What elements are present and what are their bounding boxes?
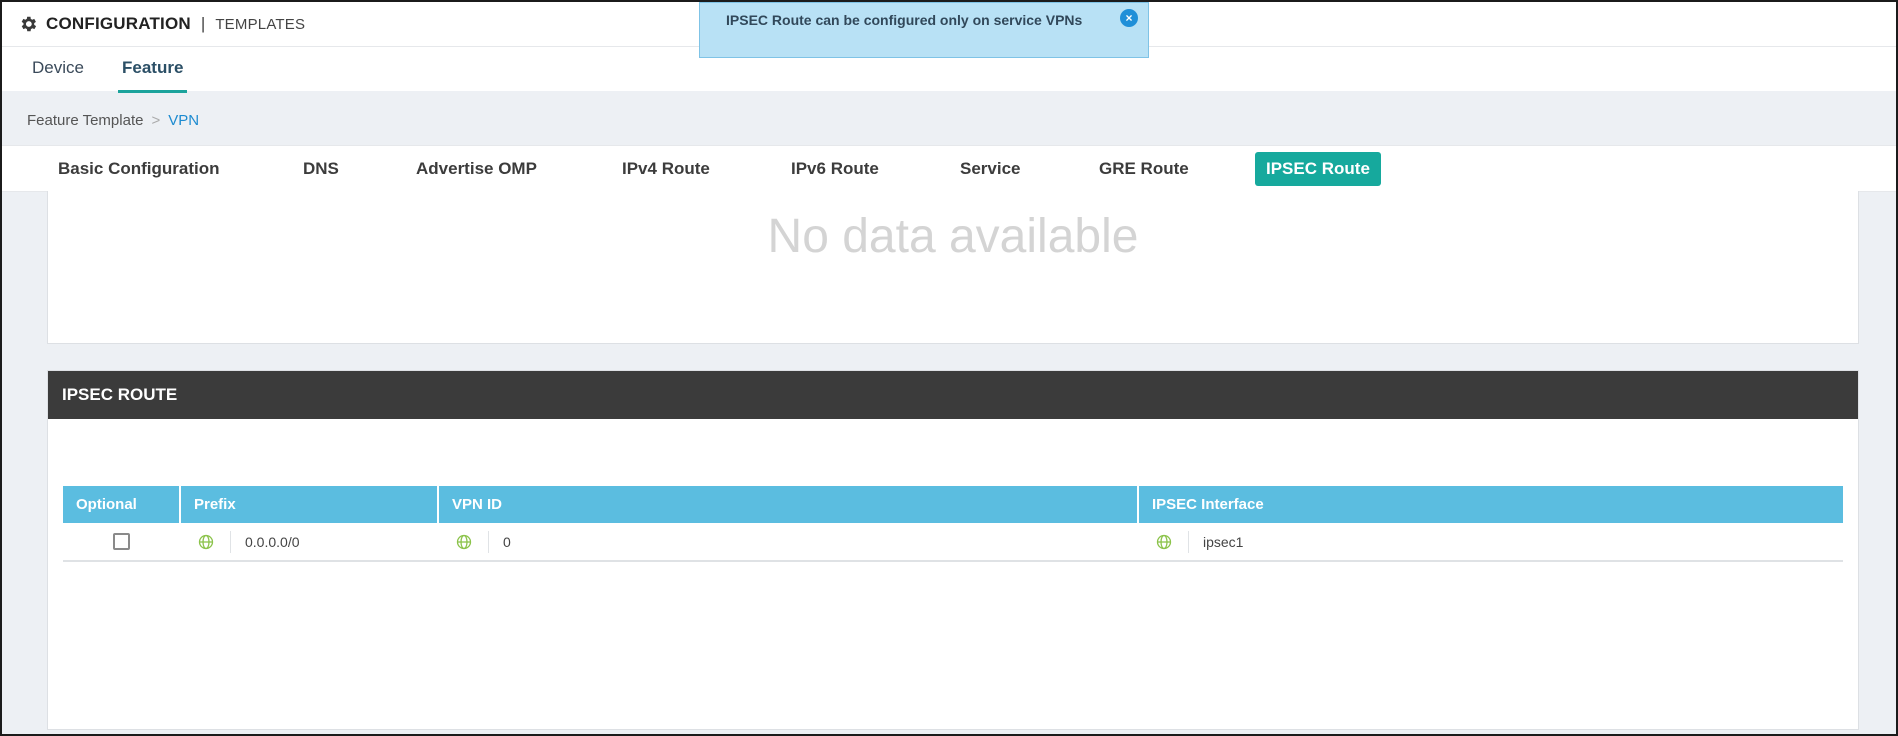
column-header-ipsec-interface: IPSEC Interface xyxy=(1138,486,1843,523)
table-header-row: Optional Prefix VPN ID IPSEC Interface xyxy=(63,486,1843,523)
prefix-cell: 0.0.0.0/0 xyxy=(180,523,438,562)
ipsec-route-section: IPSEC ROUTE Optional Prefix VPN ID IPSEC… xyxy=(47,370,1859,730)
tab-advertise-omp[interactable]: Advertise OMP xyxy=(416,159,537,179)
globe-icon[interactable] xyxy=(198,534,214,550)
column-header-prefix: Prefix xyxy=(180,486,439,523)
section-tabs: Basic Configuration DNS Advertise OMP IP… xyxy=(2,145,1896,192)
title-main: CONFIGURATION xyxy=(46,14,191,33)
tab-ipsec-route[interactable]: IPSEC Route xyxy=(1255,152,1381,186)
tab-dns[interactable]: DNS xyxy=(303,159,339,179)
vpn-id-cell: 0 xyxy=(438,523,1138,562)
page-title: CONFIGURATION | TEMPLATES xyxy=(18,14,305,34)
cell-divider xyxy=(230,530,231,553)
table-row: 0.0.0.0/0 0 ipsec1 xyxy=(63,523,1843,562)
toast-message: IPSEC Route can be configured only on se… xyxy=(726,12,1083,28)
breadcrumb-parent[interactable]: Feature Template xyxy=(27,112,143,129)
breadcrumb-current[interactable]: VPN xyxy=(168,112,199,129)
tab-ipv4-route[interactable]: IPv4 Route xyxy=(622,159,710,179)
tab-service[interactable]: Service xyxy=(960,159,1021,179)
section-title: IPSEC ROUTE xyxy=(62,385,178,404)
vpn-id-value[interactable]: 0 xyxy=(503,534,511,550)
empty-panel: No data available xyxy=(47,191,1859,344)
optional-checkbox[interactable] xyxy=(113,533,130,550)
globe-icon[interactable] xyxy=(456,534,472,550)
cell-divider xyxy=(1188,530,1189,553)
gear-icon xyxy=(21,16,37,32)
tab-ipv6-route[interactable]: IPv6 Route xyxy=(791,159,879,179)
column-header-optional: Optional xyxy=(63,486,181,523)
title-separator: | xyxy=(200,14,206,33)
ipsec-route-table: Optional Prefix VPN ID IPSEC Interface 0… xyxy=(63,486,1843,562)
close-icon[interactable]: × xyxy=(1120,9,1138,27)
breadcrumb-separator: > xyxy=(151,112,161,129)
no-data-message: No data available xyxy=(767,210,1139,263)
cell-divider xyxy=(488,530,489,553)
section-header: IPSEC ROUTE xyxy=(48,371,1858,419)
breadcrumb: Feature Template > VPN xyxy=(27,112,199,129)
column-header-vpn-id: VPN ID xyxy=(438,486,1139,523)
app-window: CONFIGURATION | TEMPLATES Device Feature… xyxy=(0,0,1898,736)
info-toast: IPSEC Route can be configured only on se… xyxy=(699,2,1149,58)
ipsec-interface-value[interactable]: ipsec1 xyxy=(1203,534,1243,550)
tab-feature[interactable]: Feature xyxy=(117,58,188,93)
tab-gre-route[interactable]: GRE Route xyxy=(1099,159,1189,179)
prefix-value[interactable]: 0.0.0.0/0 xyxy=(245,534,300,550)
optional-cell xyxy=(63,523,180,562)
globe-icon[interactable] xyxy=(1156,534,1172,550)
ipsec-interface-cell: ipsec1 xyxy=(1138,523,1843,562)
tab-device[interactable]: Device xyxy=(32,58,84,78)
tab-basic-configuration[interactable]: Basic Configuration xyxy=(58,159,220,179)
title-sub: TEMPLATES xyxy=(215,15,306,33)
